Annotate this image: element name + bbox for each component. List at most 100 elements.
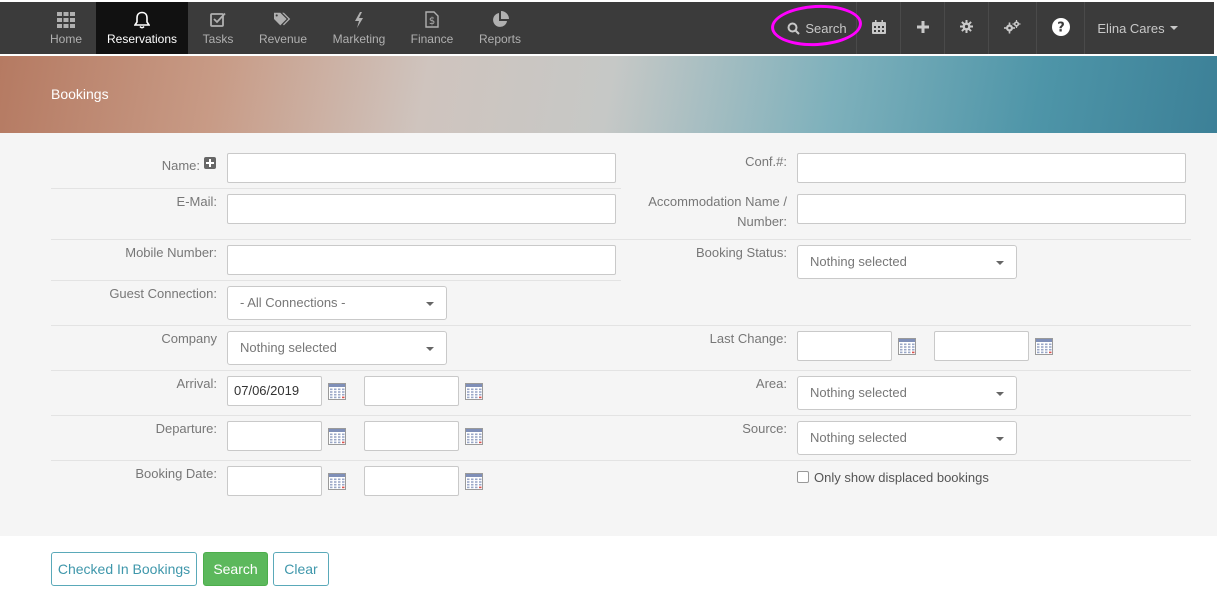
source-select[interactable]: Nothing selected (797, 421, 1017, 455)
row-divider (51, 370, 1191, 371)
settings-button[interactable] (944, 2, 988, 54)
booking-date-to-input[interactable] (364, 466, 459, 496)
tags-icon (274, 11, 292, 29)
arrival-to-input[interactable] (364, 376, 459, 406)
user-name: Elina Cares (1097, 20, 1165, 36)
calendar-icon[interactable] (328, 473, 346, 490)
area-label: Area: (755, 376, 787, 391)
add-name-icon[interactable] (204, 157, 216, 169)
nav-tasks-label: Tasks (202, 31, 234, 46)
source-label: Source: (742, 421, 787, 436)
chevron-down-icon (996, 261, 1004, 265)
booking-status-label: Booking Status: (695, 245, 787, 260)
pie-chart-icon (491, 11, 509, 29)
row-divider (51, 239, 621, 240)
user-menu[interactable]: Elina Cares (1084, 2, 1190, 54)
email-label: E-Mail: (176, 194, 217, 209)
nav-reservations[interactable]: Reservations (96, 2, 188, 54)
chevron-down-icon (426, 347, 434, 351)
guest-connection-select[interactable]: - All Connections - (227, 286, 447, 320)
departure-from-input[interactable] (227, 421, 322, 451)
global-search-button[interactable]: Search (778, 2, 856, 54)
last-change-to-input[interactable] (934, 331, 1029, 361)
nav-marketing[interactable]: Marketing (328, 2, 390, 54)
clear-button[interactable]: Clear (273, 552, 329, 586)
accommodation-input[interactable] (797, 194, 1186, 224)
help-button[interactable]: ? (1036, 2, 1084, 54)
area-select[interactable]: Nothing selected (797, 376, 1017, 410)
row-divider (51, 280, 621, 281)
advanced-settings-button[interactable] (988, 2, 1036, 54)
last-change-from-input[interactable] (797, 331, 892, 361)
calendar-icon[interactable] (898, 338, 916, 355)
page-banner: Bookings (0, 56, 1217, 133)
arrival-label: Arrival: (176, 376, 217, 391)
calendar-icon[interactable] (465, 383, 483, 400)
arrival-from-input[interactable]: 07/06/2019 (227, 376, 322, 406)
add-button[interactable] (900, 2, 944, 54)
svg-text:?: ? (1057, 20, 1065, 35)
row-divider (51, 460, 1191, 461)
nav-finance[interactable]: $ Finance (404, 2, 460, 54)
chevron-down-icon (996, 392, 1004, 396)
nav-revenue[interactable]: Revenue (252, 2, 314, 54)
grid-icon (57, 11, 75, 29)
chevron-down-icon (996, 437, 1004, 441)
calendar-icon[interactable] (465, 473, 483, 490)
guest-connection-label: Guest Connection: (109, 286, 217, 301)
chevron-down-icon (426, 302, 434, 306)
gear-icon (960, 20, 973, 36)
email-input[interactable] (227, 194, 616, 224)
dollar-file-icon: $ (423, 11, 441, 29)
booking-date-from-input[interactable] (227, 466, 322, 496)
help-icon: ? (1051, 17, 1070, 39)
nav-finance-label: Finance (410, 31, 454, 46)
checkbox-icon (209, 11, 227, 29)
row-divider (51, 415, 1191, 416)
svg-text:$: $ (429, 16, 435, 27)
company-value: Nothing selected (240, 340, 337, 355)
gears-icon (1004, 19, 1021, 37)
calendar-icon[interactable] (328, 383, 346, 400)
calendar-icon[interactable] (328, 428, 346, 445)
chevron-down-icon (1169, 26, 1178, 30)
nav-reports[interactable]: Reports (472, 2, 528, 54)
bolt-icon (350, 11, 368, 29)
calendar-icon[interactable] (1035, 338, 1053, 355)
calendar-icon (871, 19, 886, 37)
nav-home[interactable]: Home (36, 2, 96, 54)
booking-status-value: Nothing selected (810, 254, 907, 269)
mobile-label: Mobile Number: (125, 245, 217, 260)
main-navigation: Home Reservations Tasks Revenue Marketin (0, 2, 1214, 54)
mobile-input[interactable] (227, 245, 616, 275)
bell-icon (133, 11, 151, 29)
search-icon (787, 22, 801, 35)
name-input[interactable] (227, 153, 616, 183)
displaced-bookings-checkbox[interactable] (797, 471, 809, 483)
search-button[interactable]: Search (203, 552, 268, 586)
booking-search-form: Name: E-Mail: Mobile Number: Guest Conne… (0, 133, 1217, 536)
guest-connection-value: - All Connections - (240, 295, 346, 310)
calendar-icon[interactable] (465, 428, 483, 445)
checked-in-bookings-button[interactable]: Checked In Bookings (51, 552, 197, 586)
departure-to-input[interactable] (364, 421, 459, 451)
departure-label: Departure: (155, 421, 217, 436)
row-divider (51, 188, 621, 189)
plus-icon (916, 20, 929, 36)
row-divider (51, 325, 1191, 326)
global-search-label: Search (805, 20, 847, 36)
company-select[interactable]: Nothing selected (227, 331, 447, 365)
company-label: Company (161, 331, 217, 346)
conf-number-label: Conf.#: (745, 154, 787, 169)
calendar-button[interactable] (856, 2, 900, 54)
page-title: Bookings (51, 86, 109, 102)
conf-number-input[interactable] (797, 153, 1186, 183)
nav-tasks[interactable]: Tasks (190, 2, 246, 54)
nav-home-label: Home (49, 31, 82, 46)
last-change-label: Last Change: (709, 331, 787, 346)
area-value: Nothing selected (810, 385, 907, 400)
accommodation-label-line1: Accommodation Name / (648, 194, 787, 209)
displaced-bookings-label: Only show displaced bookings (814, 470, 989, 485)
top-bar: Home Reservations Tasks Revenue Marketin (0, 0, 1217, 56)
booking-status-select[interactable]: Nothing selected (797, 245, 1017, 279)
